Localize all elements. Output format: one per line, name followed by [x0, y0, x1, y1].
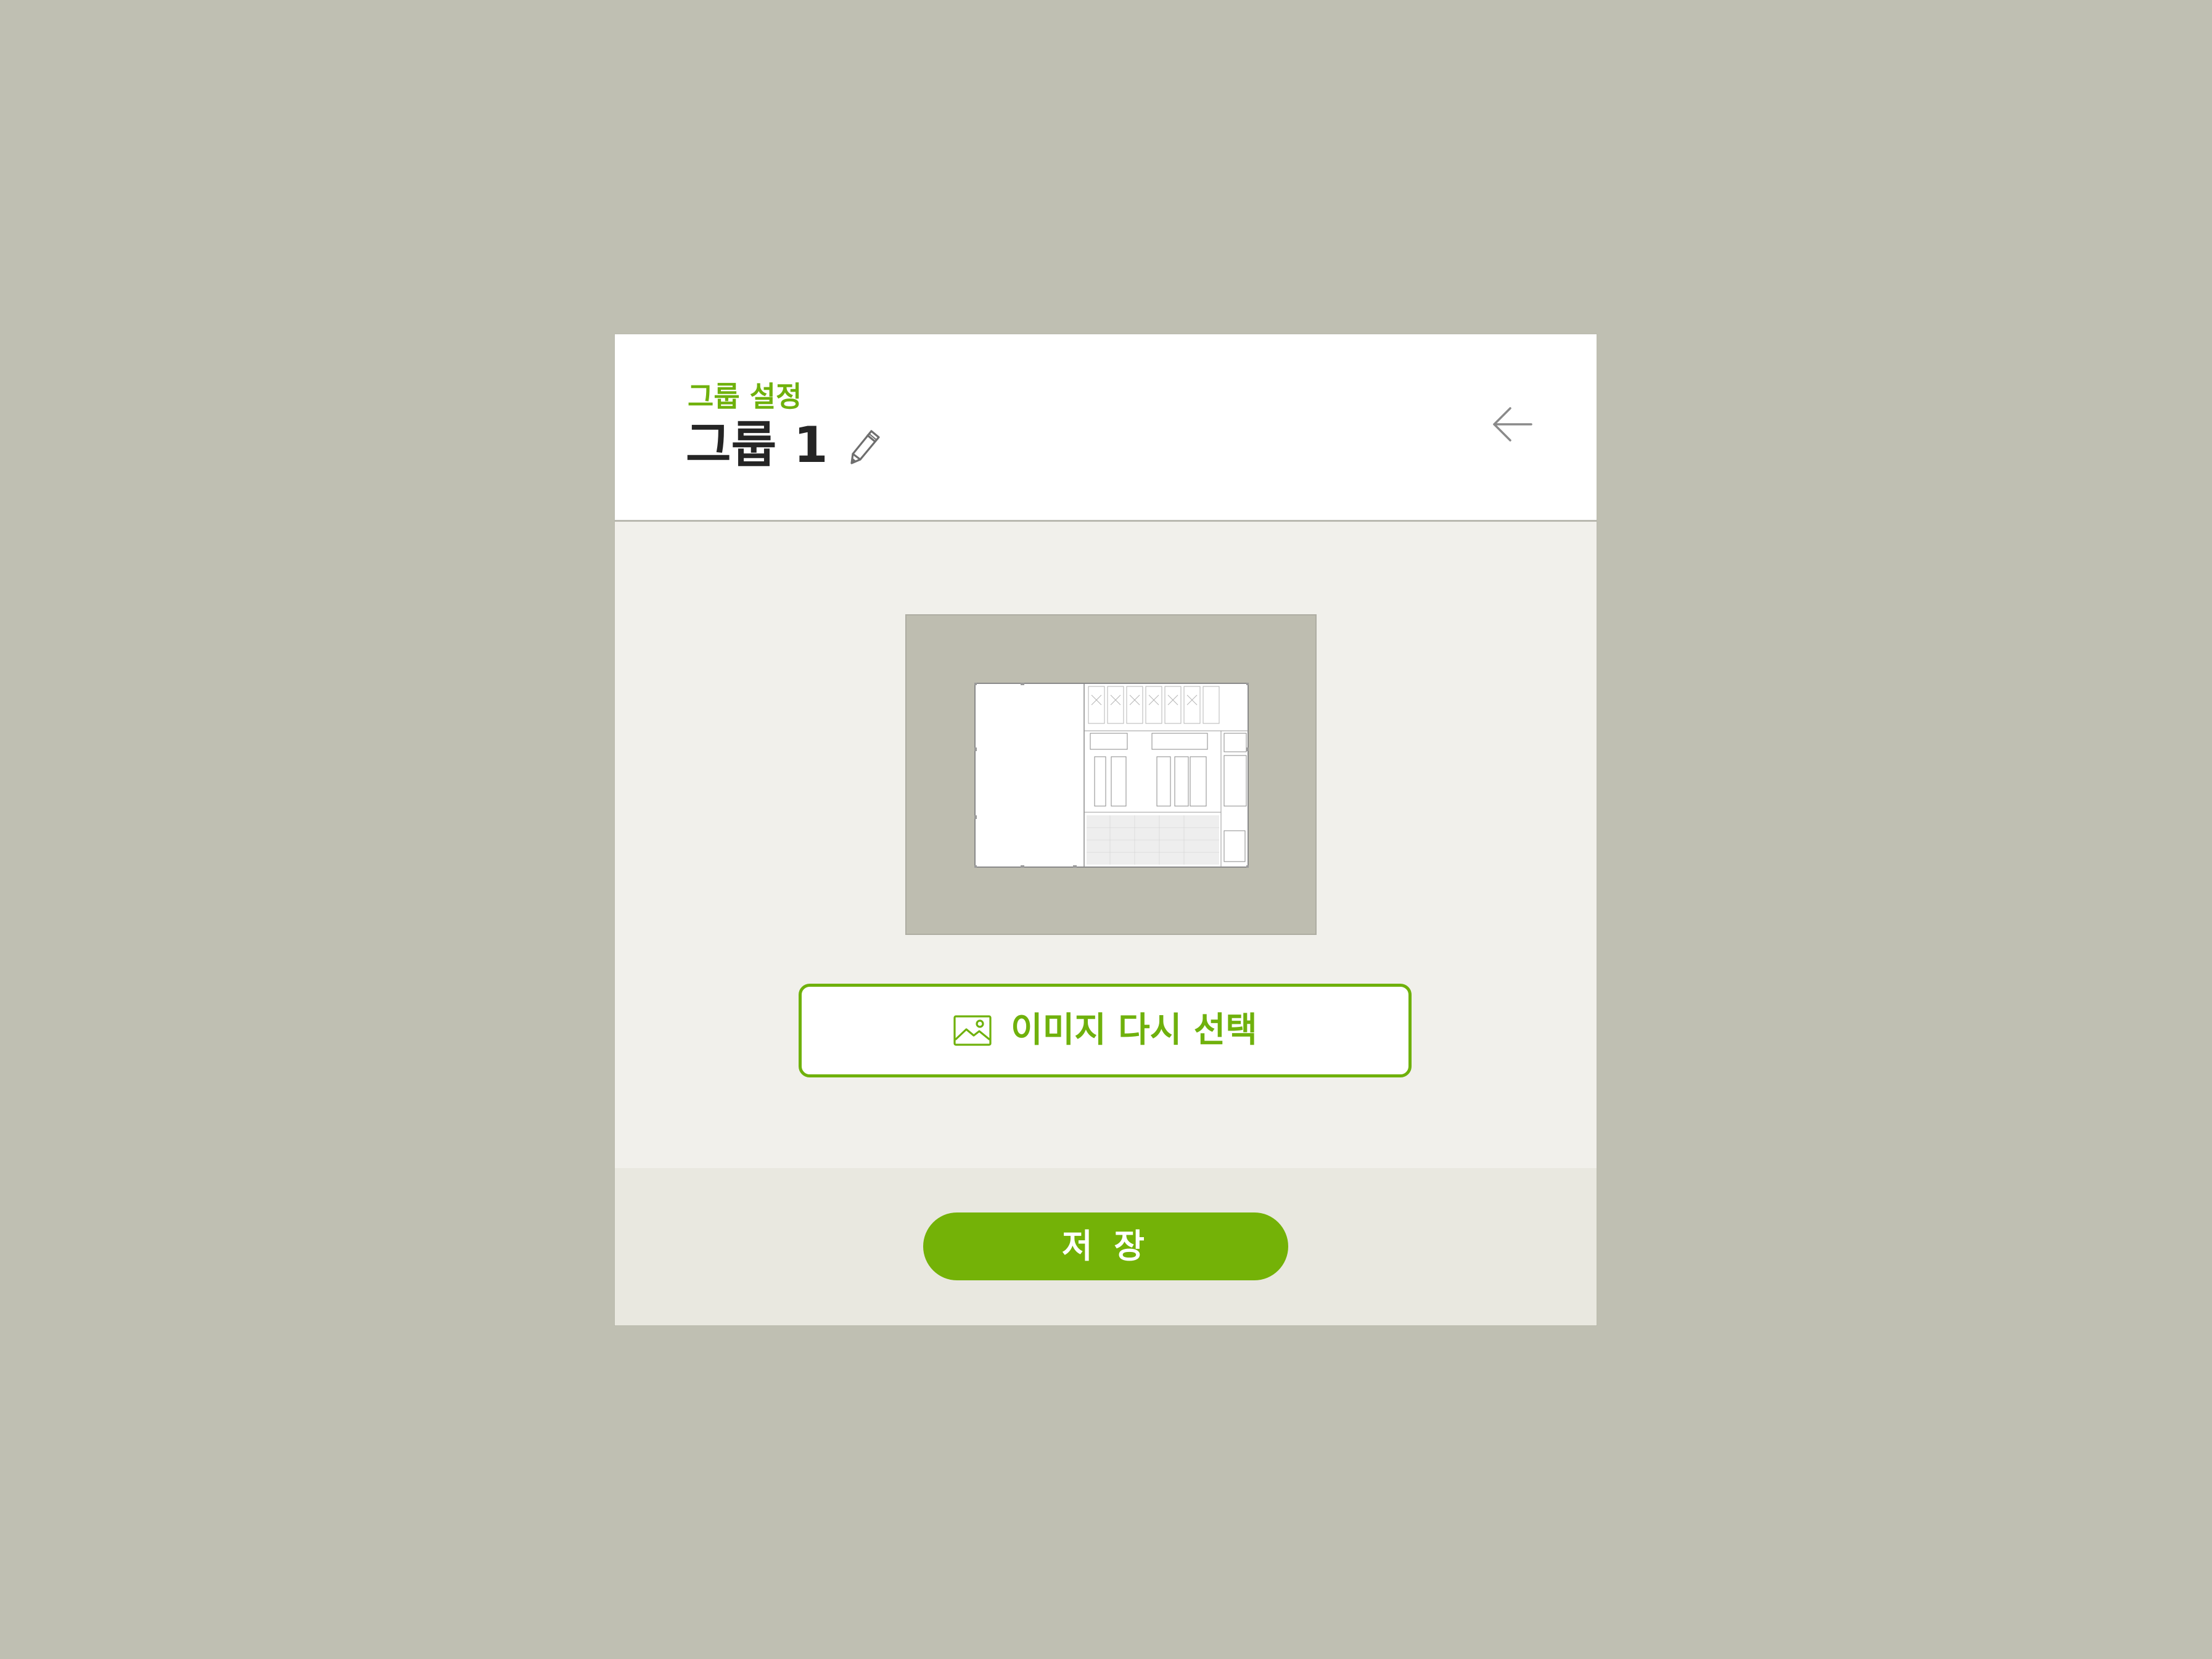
back-arrow-icon[interactable]	[1490, 402, 1535, 447]
reselect-image-button[interactable]: 이미지 다시 선택	[799, 984, 1412, 1077]
floor-plan-preview	[905, 614, 1317, 935]
save-button-label: 저 장	[1061, 1227, 1150, 1266]
floor-plan-image	[974, 683, 1249, 868]
group-settings-dialog: 그룹 설정 그룹 1 이미지 다시 선택 저 장	[615, 334, 1597, 1325]
group-name-title: 그룹 1	[686, 416, 828, 474]
dialog-content: 이미지 다시 선택	[615, 522, 1597, 1194]
title-row: 그룹 1	[686, 421, 882, 470]
save-button[interactable]: 저 장	[923, 1212, 1288, 1280]
dialog-header: 그룹 설정 그룹 1	[615, 334, 1597, 522]
dialog-footer: 저 장	[615, 1168, 1597, 1325]
dialog-subtitle: 그룹 설정	[688, 380, 802, 413]
pencil-icon[interactable]	[847, 427, 882, 467]
image-icon	[953, 1015, 992, 1046]
reselect-image-label: 이미지 다시 선택	[1011, 1010, 1257, 1050]
